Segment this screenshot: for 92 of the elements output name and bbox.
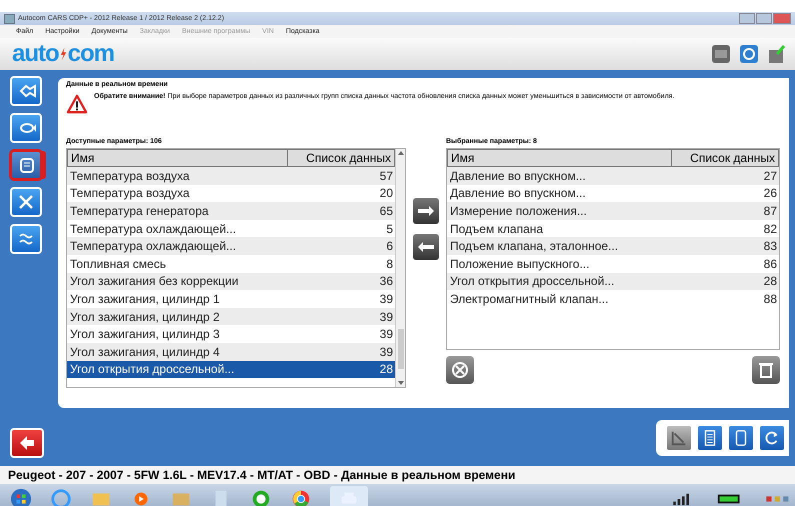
back-button[interactable]: [10, 428, 44, 458]
table-row[interactable]: Положение выпускного... 86: [447, 254, 779, 273]
table-row[interactable]: Угол зажигания, цилиндр 4 39: [67, 342, 395, 361]
warning-icon: [66, 94, 88, 114]
table-row[interactable]: Угол зажигания, цилиндр 1 39: [67, 290, 395, 308]
device-button[interactable]: [728, 425, 754, 451]
table-row[interactable]: Электромагнитный клапан... 88: [447, 290, 779, 308]
app-icon: [4, 14, 15, 24]
table-row[interactable]: Давление во впускном... 26: [447, 184, 779, 202]
table-row[interactable]: Угол зажигания без коррекции 36: [67, 272, 395, 290]
table-cell-text: Угол открытия дроссельной...: [450, 274, 616, 288]
arrow-right-icon: [416, 205, 436, 217]
scroll-down-icon[interactable]: [398, 381, 404, 385]
table-cell-text: Подъем клапана, эталонное...: [450, 239, 620, 254]
chart-button[interactable]: [666, 425, 692, 451]
table-cell: 39: [380, 292, 393, 306]
table-row[interactable]: Угол открытия дроссельной... 28: [67, 360, 395, 378]
table-row[interactable]: Температура генератора 65: [67, 202, 395, 220]
table-cell: 39: [380, 327, 393, 342]
table-cell: 39: [380, 344, 393, 359]
list-button[interactable]: [697, 425, 723, 451]
table-cell: 65: [380, 204, 393, 218]
table-cell-text: Угол зажигания, цилиндр 3: [70, 327, 221, 342]
table-cell-text: Температура воздуха: [70, 186, 191, 200]
table-cell: 5: [386, 222, 393, 236]
remove-button[interactable]: [413, 234, 439, 260]
delete-button[interactable]: [752, 356, 780, 384]
table-row[interactable]: Температура охлаждающей... 6: [67, 237, 395, 255]
table-cell: 20: [380, 186, 393, 200]
scroll-up-icon[interactable]: [398, 151, 404, 155]
add-button[interactable]: [413, 198, 439, 224]
tools-button[interactable]: [10, 187, 42, 217]
table-cell-text: Температура генератора: [70, 204, 210, 218]
table-cell: 26: [764, 186, 777, 200]
table-row[interactable]: Температура воздуха 20: [67, 184, 395, 202]
table-cell-text: Давление во впускном...: [450, 168, 587, 183]
engine-button[interactable]: [10, 76, 42, 106]
chart-icon: [670, 429, 688, 447]
table-row[interactable]: Давление во впускном... 27: [447, 167, 779, 185]
table-cell: 39: [380, 310, 393, 324]
column-header[interactable]: Имя: [448, 150, 671, 166]
table-cell-text: Температура охлаждающей...: [70, 222, 238, 236]
logo: auto com: [12, 40, 116, 68]
table-row[interactable]: Температура охлаждающей... 5: [67, 220, 395, 238]
table-cell: 28: [764, 274, 777, 288]
scroll-thumb[interactable]: [398, 329, 404, 369]
table-cell: 57: [380, 168, 393, 183]
column-header[interactable]: Список данных: [671, 150, 778, 166]
table-row[interactable]: Измерение положения... 87: [447, 202, 779, 220]
help-icon[interactable]: [739, 44, 759, 64]
table-cell-text: Давление во впускном...: [450, 186, 587, 200]
table-cell-text: Подъем клапана: [450, 222, 544, 236]
table-cell-text: Измерение положения...: [450, 204, 588, 218]
table-cell: 82: [764, 222, 777, 236]
column-header[interactable]: Имя: [68, 150, 287, 166]
table-cell-text: Топливная смесь: [70, 256, 167, 271]
fish-button[interactable]: [10, 113, 42, 143]
table-cell: 8: [386, 256, 393, 271]
table-cell-text: Угол зажигания, цилиндр 1: [70, 292, 221, 306]
table-cell: 6: [386, 239, 393, 254]
table-cell-text: Положение выпускного...: [450, 256, 590, 271]
table-cell-text: Температура охлаждающей...: [70, 239, 238, 254]
card-icon[interactable]: [711, 44, 731, 64]
table-cell: 83: [764, 239, 777, 254]
table-row[interactable]: Топливная смесь 8: [67, 254, 395, 273]
arrow-left-icon: [416, 241, 436, 253]
status-text: Peugeot - 207 - 2007 - 5FW 1.6L - MEV17.4 - MT/AT - OBD - Данные в реальном времени: [0, 466, 795, 484]
table-cell-text: Угол зажигания без коррекции: [70, 274, 240, 288]
table-row[interactable]: Угол зажигания, цилиндр 2 39: [67, 308, 395, 326]
table-row[interactable]: Температура воздуха 57: [67, 167, 395, 185]
trash-icon: [756, 360, 776, 380]
table-cell: 88: [764, 292, 777, 306]
table-cell-text: Угол зажигания, цилиндр 4: [70, 344, 221, 359]
cross-circle-icon: [450, 360, 470, 380]
table-row[interactable]: Угол открытия дроссельной... 28: [447, 272, 779, 290]
refresh-button[interactable]: [759, 425, 785, 451]
table-cell-text: Температура воздуха: [70, 168, 191, 183]
table-cell: 28: [380, 362, 393, 376]
table-cell-text: Электромагнитный клапан...: [450, 292, 610, 306]
start-icon[interactable]: [10, 488, 32, 506]
table-cell: 86: [764, 256, 777, 271]
table-cell: 36: [380, 274, 393, 288]
table-row[interactable]: Подъем клапана, эталонное... 83: [447, 237, 779, 255]
column-header[interactable]: Список данных: [287, 150, 394, 166]
table-row[interactable]: Подъем клапана 82: [447, 220, 779, 238]
table-cell-text: Угол зажигания, цилиндр 2: [70, 310, 221, 324]
waves-button[interactable]: [10, 224, 42, 254]
clear-button[interactable]: [446, 356, 474, 384]
table-cell: 27: [764, 168, 777, 183]
table-row[interactable]: Угол зажигания, цилиндр 3 39: [67, 325, 395, 343]
table-cell: 87: [764, 204, 777, 218]
table-cell-text: Угол открытия дроссельной...: [70, 362, 236, 376]
